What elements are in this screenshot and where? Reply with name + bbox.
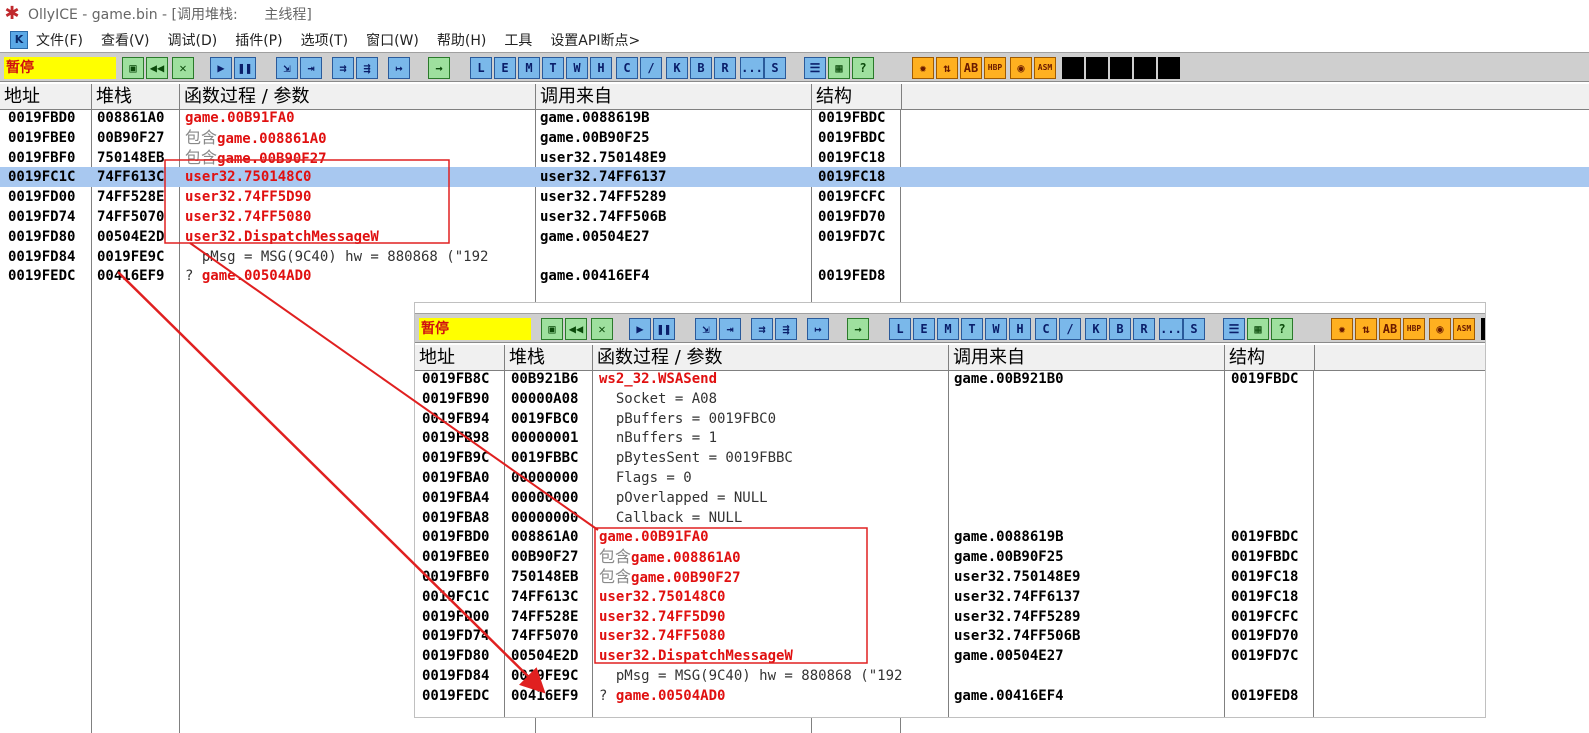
arrow-line (189, 242, 599, 531)
highlight-box (594, 527, 868, 664)
annotation-overlay (117, 159, 868, 694)
arrow (117, 271, 546, 694)
highlight-box (164, 159, 450, 244)
